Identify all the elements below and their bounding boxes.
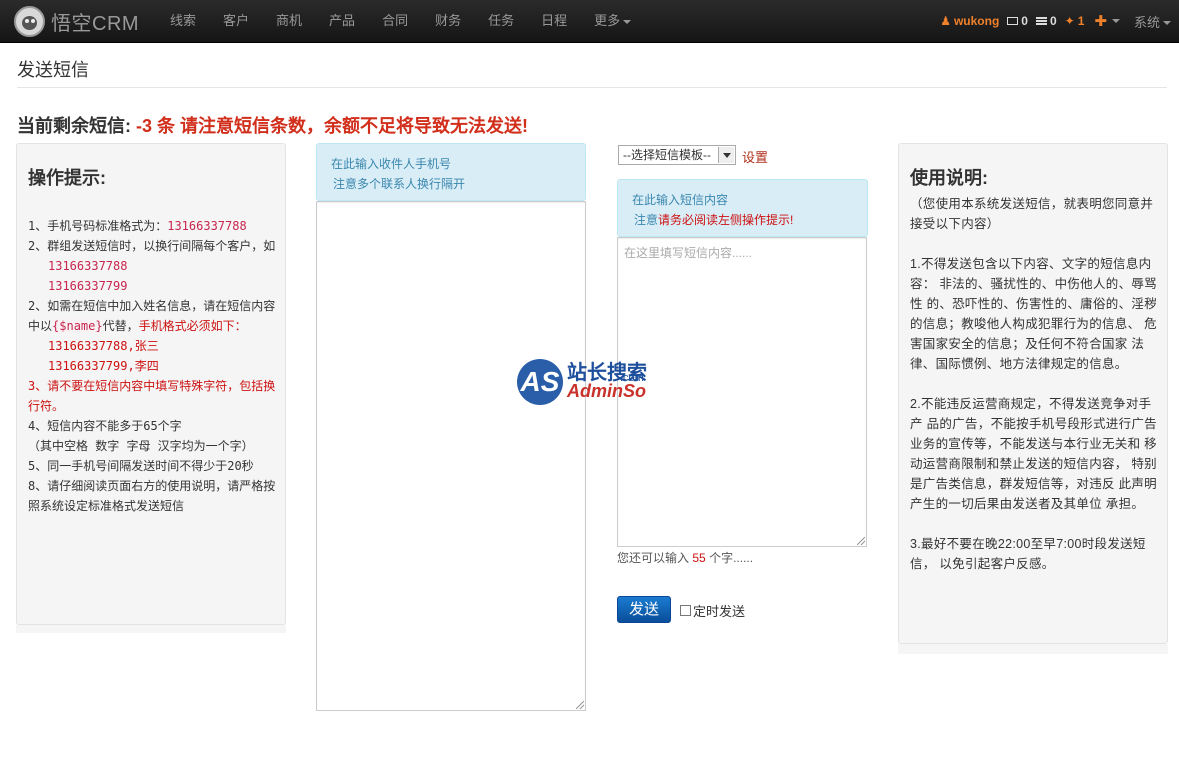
content-hint: 在此输入短信内容 注意请务必阅读左侧操作提示! — [617, 179, 868, 237]
nav-item-finance[interactable]: 财务 — [422, 0, 474, 42]
tip-3-example-b: 13166337799,李四 — [48, 359, 159, 373]
remaining-sms: 当前剩余短信: -3 条 请注意短信条数，余额不足将导致无法发送! — [17, 112, 528, 138]
tip-2-example-a: 13166337788 — [48, 259, 128, 273]
tip-4: 3、请不要在短信内容中填写特殊字符，包括换行符。 — [28, 379, 276, 413]
tasks-link[interactable]: 0 — [1035, 14, 1057, 28]
system-menu[interactable]: 系统 — [1134, 12, 1171, 31]
char-counter: 您还可以输入 55 个字...... — [617, 549, 753, 566]
char-counter-suffix: 个字...... — [709, 551, 754, 565]
chevron-down-icon — [1163, 21, 1171, 26]
usage-rule-1: 1.不得发送包含以下内容、文字的短信息内容： 非法的、骚扰性的、中伤他人的、辱骂… — [910, 257, 1157, 371]
char-counter-value: 55 — [692, 551, 706, 565]
tip-1-number: 13166337788 — [167, 219, 247, 233]
scheduled-send-label: 定时发送 — [693, 604, 746, 619]
tasks-count: 0 — [1049, 14, 1057, 28]
notices-count: 1 — [1077, 14, 1085, 28]
user-name: wukong — [953, 14, 1000, 28]
content-hint-2-prefix: 注意 — [634, 213, 659, 227]
tip-3-warning: 手机格式必须如下： — [138, 319, 247, 333]
recipients-hint-2: 注意多个联系人换行隔开 — [333, 177, 466, 191]
main-nav: 线索 客户 商机 产品 合同 财务 任务 日程 更多 — [157, 0, 645, 42]
nav-item-contracts[interactable]: 合同 — [369, 0, 421, 42]
chevron-down-icon[interactable] — [1111, 19, 1120, 23]
tip-7: 8、请仔细阅读页面右方的使用说明，请严格按照系统设定标准格式发送短信 — [28, 479, 276, 513]
template-select[interactable]: --选择短信模板-- — [618, 145, 736, 165]
template-settings-link[interactable]: 设置 — [742, 147, 768, 166]
recipients-hint: 在此输入收件人手机号 注意多个联系人换行隔开 — [316, 143, 586, 201]
panel-shadow — [16, 625, 286, 633]
brand-name: 悟空CRM — [51, 12, 140, 35]
monkey-logo-icon — [14, 5, 45, 37]
tip-6: 5、同一手机号间隔发送时间不得少于20秒 — [28, 459, 254, 473]
remaining-value: -3 条 请注意短信条数，余额不足将导致无法发送! — [136, 116, 529, 136]
remaining-label: 当前剩余短信: — [17, 116, 131, 136]
nav-item-customers[interactable]: 客户 — [210, 0, 262, 42]
tip-3: 2、如需在短信中加入姓名信息，请在短信内容中以{$name}代替，手机格式必须如… — [28, 296, 278, 336]
recipients-textarea[interactable] — [316, 201, 586, 711]
watermark-as: AS — [517, 359, 563, 405]
tip-2-example-b: 13166337799 — [48, 279, 128, 293]
crosshair-icon: ✦ — [1064, 14, 1075, 28]
tip-1-text: 1、手机号码标准格式为： — [28, 219, 168, 233]
tip-3-text-b: 代替， — [102, 319, 139, 333]
brand[interactable]: 悟空CRM — [14, 5, 139, 37]
usage-rule-3: 3.最好不要在晚22:00至早7:00时段发送短信， 以免引起客户反感。 — [910, 537, 1146, 571]
usage-content: （您使用本系统发送短信，就表明您同意并接受以下内容） 1.不得发送包含以下内容、… — [910, 194, 1160, 594]
list-icon — [1035, 17, 1047, 25]
resize-handle-icon[interactable] — [857, 537, 865, 545]
chevron-down-icon — [623, 19, 632, 24]
usage-intro: （您使用本系统发送短信，就表明您同意并接受以下内容） — [910, 197, 1154, 231]
title-divider — [17, 87, 1167, 88]
tip-5: 4、短信内容不能多于65个字 — [28, 419, 182, 433]
watermark-logo: AS 站长搜索 .com AdminSo — [517, 358, 662, 408]
tips-title: 操作提示: — [28, 168, 106, 188]
system-label: 系统 — [1133, 14, 1160, 30]
content-hint-1: 在此输入短信内容 — [632, 193, 729, 207]
tip-1: 1、手机号码标准格式为：13166337788 — [28, 216, 278, 236]
char-counter-prefix: 您还可以输入 — [617, 551, 690, 565]
nav-item-tasks[interactable]: 任务 — [475, 0, 527, 42]
scheduled-send-checkbox[interactable] — [680, 605, 691, 616]
operation-tips-panel: 操作提示: 1、手机号码标准格式为：13166337788 2、群组发送短信时，… — [16, 143, 286, 625]
add-icon[interactable]: ✚ — [1094, 12, 1107, 30]
nav-item-schedule[interactable]: 日程 — [528, 0, 580, 42]
template-select-value: --选择短信模板-- — [623, 148, 711, 162]
notices-link[interactable]: ✦ 1 — [1065, 14, 1085, 28]
user-bar: ♟ wukong 0 0 ✦ 1 ✚ 系统 — [940, 0, 1171, 42]
tip-3-example-a: 13166337788,张三 — [48, 339, 159, 353]
dropdown-arrow-icon — [718, 147, 734, 163]
content-hint-2-warning: 请务必阅读左侧操作提示! — [658, 213, 794, 227]
usage-rule-2: 2.不能违反运营商规定，不得发送竞争对手产 品的广告，不能按手机号段形式进行广告… — [910, 397, 1157, 511]
page-title: 发送短信 — [17, 60, 89, 80]
nav-item-opportunities[interactable]: 商机 — [263, 0, 315, 42]
envelope-icon — [1007, 17, 1019, 25]
scheduled-send-option[interactable]: 定时发送 — [680, 601, 745, 620]
resize-handle-icon[interactable] — [576, 701, 584, 709]
sms-content-placeholder: 在这里填写短信内容...... — [624, 246, 753, 260]
tip-5-note: （其中空格 数字 字母 汉字均为一个字） — [28, 439, 254, 453]
recipients-hint-1: 在此输入收件人手机号 — [331, 157, 452, 171]
send-button[interactable]: 发送 — [617, 596, 671, 623]
user-icon: ♟ — [940, 14, 951, 28]
tips-content: 1、手机号码标准格式为：13166337788 2、群组发送短信时，以换行间隔每… — [28, 216, 278, 516]
messages-count: 0 — [1021, 14, 1028, 28]
usage-title: 使用说明: — [910, 168, 988, 188]
content-hint-2: 注意请务必阅读左侧操作提示! — [632, 210, 853, 230]
nav-more-label: 更多 — [594, 13, 621, 28]
watermark-en: AdminSo — [567, 381, 646, 401]
tip-2: 2、群组发送短信时，以换行间隔每个客户，如 — [28, 239, 276, 253]
nav-item-products[interactable]: 产品 — [316, 0, 368, 42]
messages-link[interactable]: 0 — [1007, 14, 1028, 28]
tip-3-code: {$name} — [52, 319, 103, 333]
nav-item-leads[interactable]: 线索 — [157, 0, 209, 42]
usage-instructions-panel: 使用说明: （您使用本系统发送短信，就表明您同意并接受以下内容） 1.不得发送包… — [898, 143, 1168, 644]
panel-shadow — [898, 644, 1168, 654]
nav-item-more[interactable]: 更多 — [581, 0, 644, 42]
top-navbar: 悟空CRM 线索 客户 商机 产品 合同 财务 任务 日程 更多 ♟ wukon… — [0, 0, 1179, 43]
user-menu[interactable]: ♟ wukong — [940, 14, 999, 28]
